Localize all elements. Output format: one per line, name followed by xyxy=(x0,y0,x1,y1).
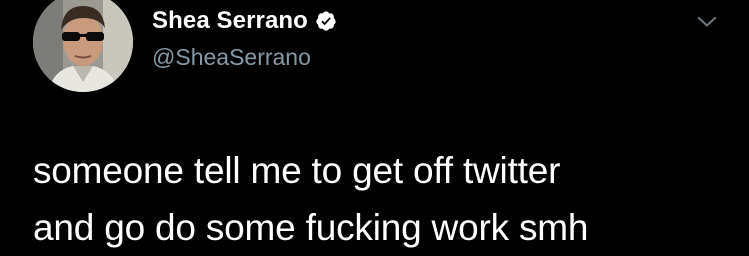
tweet-text-line: and go do some fucking work smh xyxy=(33,207,589,248)
tweet-text-line: someone tell me to get off twitter xyxy=(33,150,561,191)
avatar-photo xyxy=(33,0,133,92)
chevron-down-icon[interactable] xyxy=(693,8,721,36)
author-name-row[interactable]: Shea Serrano xyxy=(152,6,337,36)
verified-badge-icon xyxy=(316,11,336,31)
author-handle[interactable]: @SheaSerrano xyxy=(152,44,311,71)
tweet-card: Shea Serrano @SheaSerrano someone tell m… xyxy=(0,0,749,249)
avatar[interactable] xyxy=(33,0,133,92)
tweet-text: someone tell me to get off twitter and g… xyxy=(33,142,733,256)
author-display-name[interactable]: Shea Serrano xyxy=(152,7,308,35)
